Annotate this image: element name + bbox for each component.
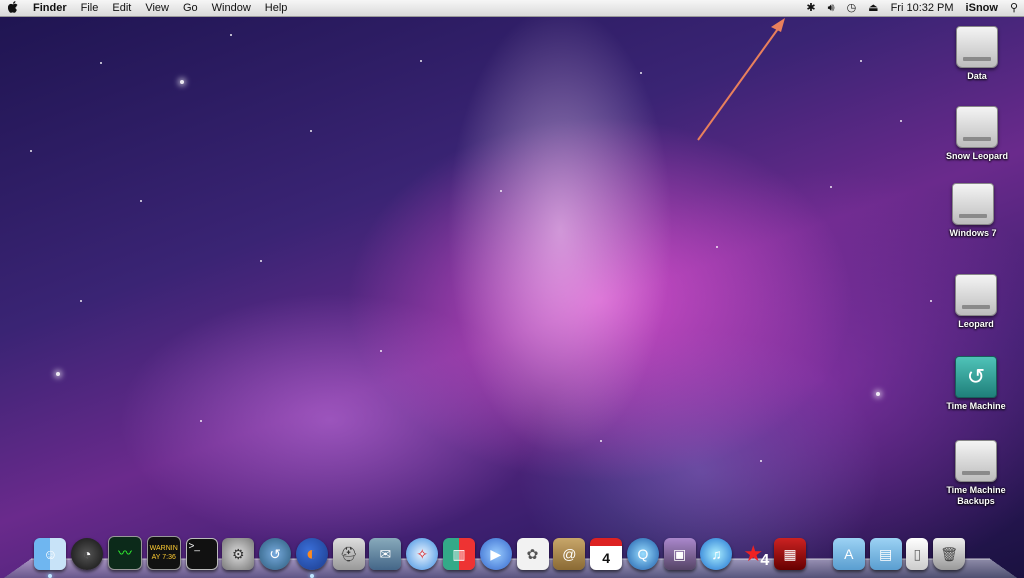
dock-separator [816,538,822,570]
star [876,392,880,396]
star [420,60,422,62]
console-dock-icon[interactable]: WARNIN AY 7:36 [147,536,181,570]
hard-drive-icon [956,106,998,148]
desktop-icon-leopard[interactable]: Leopard [936,274,1016,330]
terminal-dock-icon[interactable]: >_ [186,538,218,570]
star [30,150,32,152]
star [80,300,82,302]
system-preferences-dock-icon[interactable]: ⚙ [222,538,254,570]
itunes-dock-icon[interactable]: ♫ [700,538,732,570]
menu-window[interactable]: Window [205,0,258,16]
firefox-dock-icon[interactable]: ◐ [296,538,328,570]
clock[interactable]: Fri 10:32 PM [885,0,960,16]
star [310,130,312,132]
star [900,120,902,122]
star [830,186,832,188]
activity-monitor-dock-icon[interactable]: 〰 [108,536,142,570]
star [140,200,142,202]
preview-dock-icon[interactable]: ✿ [517,538,549,570]
address-book-dock-icon[interactable]: @ [553,538,585,570]
desktop-icon-snow-leopard[interactable]: Snow Leopard [937,106,1017,162]
apple-menu-icon[interactable] [0,1,26,16]
star [230,34,232,36]
desktop-icon-data[interactable]: Data [937,26,1017,82]
star [100,62,102,64]
star [260,260,262,262]
user-name[interactable]: iSnow [960,0,1004,16]
stack-document-icon[interactable]: ▯ [906,538,928,570]
documents-folder-icon[interactable]: ▤ [870,538,902,570]
time-machine-icon[interactable]: ◷ [841,0,863,16]
trash-icon[interactable]: 🗑︎ [933,538,965,570]
star [200,420,202,422]
finder-dock-icon[interactable]: ☺ [34,538,66,570]
star [380,350,382,352]
hard-drive-icon [952,183,994,225]
front-row-dock-icon[interactable]: ▦ [774,538,806,570]
volume-icon[interactable]: 🔊︎ [822,0,841,16]
ichat-dock-icon[interactable]: ▶ [480,538,512,570]
hard-drive-icon [955,440,997,482]
eject-icon[interactable]: ⏏ [862,0,884,16]
quicktime-dock-icon[interactable]: Q [627,538,659,570]
time-machine-drive-icon: ↺ [955,356,997,398]
star [760,460,762,462]
star [860,60,862,62]
menu-view[interactable]: View [138,0,176,16]
desktop-icon-time-machine-backups[interactable]: Time Machine Backups [936,440,1016,507]
star [600,440,602,442]
dock: ☺ ◔ 〰 WARNIN AY 7:36 >_ ⚙ ↺ ◐ ⛑ ✉ ✧ ▥ ▶ … [32,530,968,570]
safari-dock-icon[interactable]: ✧ [406,538,438,570]
photoshop-dock-icon[interactable]: ★ 4 [737,538,769,570]
menu-finder[interactable]: Finder [26,0,74,16]
annotation-arrow [0,0,1024,578]
disk-utility-dock-icon[interactable]: ⛑ [333,538,365,570]
star [500,190,502,192]
menu-file[interactable]: File [74,0,106,16]
asterisk-status-icon[interactable]: ✱ [800,0,821,16]
iphoto-dock-icon[interactable]: ▣ [664,538,696,570]
hard-drive-icon [955,274,997,316]
star [180,80,184,84]
ical-dock-icon[interactable]: 4 [590,538,622,570]
star [56,372,60,376]
menu-go[interactable]: Go [176,0,205,16]
star [640,72,642,74]
hard-drive-icon [956,26,998,68]
photo-booth-dock-icon[interactable]: ▥ [443,538,475,570]
menu-help[interactable]: Help [258,0,295,16]
desktop-icon-time-machine[interactable]: ↺ Time Machine [936,356,1016,412]
menu-edit[interactable]: Edit [105,0,138,16]
time-machine-dock-icon[interactable]: ↺ [259,538,291,570]
star [930,300,932,302]
spotlight-search-icon[interactable]: ⚲ [1004,0,1024,16]
dashboard-dock-icon[interactable]: ◔ [71,538,103,570]
mail-dock-icon[interactable]: ✉ [369,538,401,570]
menu-bar: Finder File Edit View Go Window Help ✱ 🔊… [0,0,1024,17]
applications-folder-icon[interactable]: A [833,538,865,570]
desktop-icon-windows-7[interactable]: Windows 7 [933,183,1013,239]
star [716,246,718,248]
